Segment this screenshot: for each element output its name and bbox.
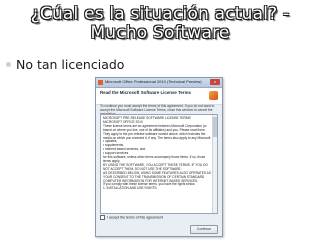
dialog-header: Read the Microsoft Software License Term… xyxy=(96,88,222,105)
license-dialog-screenshot: Microsoft Office Professional 2010 (Tech… xyxy=(95,77,223,237)
office-logo-icon xyxy=(209,91,218,100)
close-button[interactable]: x xyxy=(210,79,220,85)
license-text-box[interactable]: MICROSOFT PRE-RELEASE SOFTWARE LICENSE T… xyxy=(100,114,218,214)
accept-terms-row[interactable]: I accept the terms of this agreement xyxy=(100,215,163,220)
slide-title-line-1: ¿Cúal es la situación actual? - xyxy=(30,4,290,24)
dialog-titlebar: Microsoft Office Professional 2010 (Tech… xyxy=(96,78,222,88)
dialog-window-title: Microsoft Office Professional 2010 (Tech… xyxy=(105,79,202,84)
office-app-icon xyxy=(98,80,103,85)
license-text: MICROSOFT PRE-RELEASE SOFTWARE LICENSE T… xyxy=(103,116,211,191)
scrollbar-thumb[interactable] xyxy=(213,117,217,137)
bullet-item: No tan licenciado xyxy=(6,58,124,72)
license-scrollbar[interactable] xyxy=(212,115,217,213)
slide-title: ¿Cúal es la situación actual? - Mucho So… xyxy=(6,5,314,43)
bullet-dot-icon xyxy=(6,62,11,67)
accept-terms-checkbox[interactable] xyxy=(100,215,105,220)
continue-button[interactable]: Continue xyxy=(190,225,218,234)
slide-title-line-2: Mucho Software xyxy=(90,23,230,43)
bullet-text: No tan licenciado xyxy=(16,57,125,72)
accept-terms-label: I accept the terms of this agreement xyxy=(107,215,163,220)
dialog-header-title: Read the Microsoft Software License Term… xyxy=(100,90,191,95)
